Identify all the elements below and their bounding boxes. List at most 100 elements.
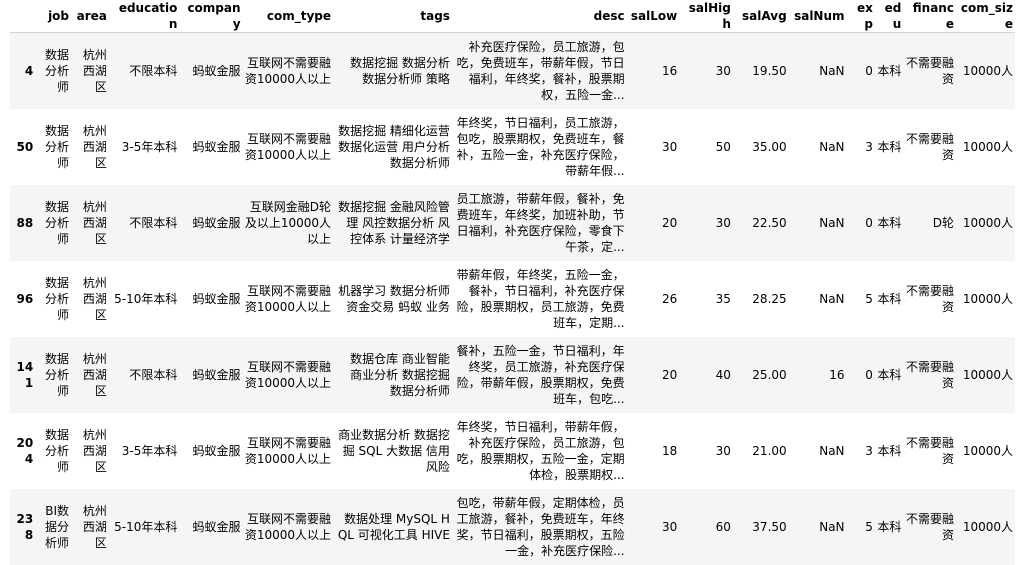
cell-text: 5-10年本科 bbox=[114, 519, 178, 534]
cell-text: 本科 bbox=[877, 291, 902, 306]
cell-company: 蚂蚁金服 bbox=[179, 185, 242, 261]
cell-text: 数据分析师 bbox=[45, 199, 70, 246]
cell-salavg: 25.00 bbox=[733, 337, 789, 413]
cell-text: 互联网不需要融资10000人以上 bbox=[244, 131, 332, 162]
cell-area: 杭州西湖区 bbox=[71, 489, 109, 565]
cell-salnum: 16 bbox=[789, 337, 847, 413]
column-header-exp: exp bbox=[846, 0, 875, 33]
cell-finance: 不需要融资 bbox=[903, 337, 956, 413]
cell-text: 不需要融资 bbox=[905, 283, 954, 314]
cell-education: 5-10年本科 bbox=[109, 261, 180, 337]
cell-sallow: 30 bbox=[627, 109, 680, 185]
cell-text: 不需要融资 bbox=[905, 435, 954, 466]
cell-exp: 0 bbox=[847, 185, 875, 261]
cell-text: 数据分析师 bbox=[45, 47, 70, 94]
column-header-area: area bbox=[71, 0, 109, 33]
cell-text: 数据分析师 bbox=[45, 351, 70, 398]
column-header-salhigh: salHigh bbox=[679, 0, 733, 33]
cell-company: 蚂蚁金服 bbox=[179, 489, 242, 565]
cell-text: 50 bbox=[715, 139, 731, 154]
cell-text: 25.00 bbox=[752, 367, 787, 382]
cell-sallow: 30 bbox=[627, 489, 680, 565]
cell-text: 蚂蚁金服 bbox=[192, 519, 241, 534]
cell-com-type: 互联网不需要融资10000人以上 bbox=[243, 33, 334, 109]
cell-text: 杭州西湖区 bbox=[82, 503, 107, 550]
cell-salavg: 37.50 bbox=[733, 489, 789, 565]
cell-text: 5-10年本科 bbox=[114, 291, 178, 306]
cell-com-size: 10000人 bbox=[956, 109, 1015, 185]
cell-education: 3-5年本科 bbox=[109, 109, 180, 185]
cell-text: 不限本科 bbox=[129, 63, 178, 78]
cell-text: 年终奖，节日福利，员工旅游，包吃，股票期权，免费班车，餐补，五险一金，补充医疗保… bbox=[456, 115, 625, 178]
cell-education: 3-5年本科 bbox=[109, 413, 180, 489]
cell-salavg: 22.50 bbox=[733, 185, 789, 261]
cell-com-type: 互联网不需要融资10000人以上 bbox=[243, 489, 334, 565]
cell-desc: 员工旅游，带薪年假，餐补，免费班车，年终奖，加班补助，节日福利，补充医疗保险，零… bbox=[452, 185, 627, 261]
cell-text: 互联网不需要融资10000人以上 bbox=[244, 435, 332, 466]
cell-text: 0 bbox=[865, 367, 873, 382]
cell-text: NaN bbox=[819, 519, 845, 534]
cell-text: 带薪年假，年终奖，五险一金，餐补，节日福利，补充医疗保险，股票期权，员工旅游，免… bbox=[456, 267, 625, 330]
cell-com-type: 互联网不需要融资10000人以上 bbox=[243, 109, 334, 185]
cell-text: 不限本科 bbox=[129, 215, 178, 230]
cell-text: NaN bbox=[819, 139, 845, 154]
cell-salnum: NaN bbox=[789, 489, 847, 565]
cell-text: 40 bbox=[715, 367, 731, 382]
cell-text: 3-5年本科 bbox=[121, 443, 178, 458]
cell-text: 0 bbox=[865, 63, 873, 78]
column-header-tags: tags bbox=[333, 0, 452, 33]
cell-text: 蚂蚁金服 bbox=[192, 367, 241, 382]
cell-text: 0 bbox=[865, 215, 873, 230]
cell-text: 不需要融资 bbox=[905, 55, 954, 86]
cell-text: NaN bbox=[819, 215, 845, 230]
cell-text: 35 bbox=[715, 291, 731, 306]
cell-finance: 不需要融资 bbox=[903, 261, 956, 337]
cell-desc: 年终奖，节日福利，员工旅游，包吃，股票期权，免费班车，餐补，五险一金，补充医疗保… bbox=[452, 109, 627, 185]
cell-text: 10000人 bbox=[962, 139, 1013, 154]
column-header-edu: edu bbox=[874, 0, 904, 33]
row-index: 4 bbox=[24, 63, 34, 78]
cell-salhigh: 30 bbox=[679, 413, 733, 489]
cell-salavg: 28.25 bbox=[733, 261, 789, 337]
cell-job: 数据分析师 bbox=[35, 109, 71, 185]
cell-education: 不限本科 bbox=[109, 33, 180, 109]
cell-company: 蚂蚁金服 bbox=[179, 261, 242, 337]
cell-text: 数据挖掘 金融风险管理 风控数据分析 风控体系 计量经济学 bbox=[338, 199, 450, 246]
cell-text: 杭州西湖区 bbox=[82, 351, 107, 398]
cell-text: 机器学习 数据分析师 资金交易 蚂蚁 业务 bbox=[338, 283, 450, 314]
cell-text: 杭州西湖区 bbox=[82, 123, 107, 170]
cell-salnum: NaN bbox=[789, 261, 847, 337]
cell-desc: 年终奖，节日福利，带薪年假，补充医疗保险，员工旅游，包吃，股票期权，五险一金，定… bbox=[452, 413, 627, 489]
cell-salhigh: 40 bbox=[679, 337, 733, 413]
cell-finance: 不需要融资 bbox=[903, 413, 956, 489]
cell-area: 杭州西湖区 bbox=[71, 33, 109, 109]
cell-text: 60 bbox=[715, 519, 731, 534]
cell-text: 不需要融资 bbox=[905, 511, 954, 542]
table-row: 50 数据分析师 杭州西湖区 3-5年本科 蚂蚁金服 互联网不需要融资10000人以上 数据… bbox=[10, 109, 1015, 185]
cell-text: 不限本科 bbox=[129, 367, 178, 382]
cell-com-size: 10000人 bbox=[956, 33, 1015, 109]
cell-tags: 数据挖掘 数据分析 数据分析师 策略 bbox=[333, 33, 452, 109]
cell-salavg: 19.50 bbox=[733, 33, 789, 109]
cell-job: 数据分析师 bbox=[35, 413, 71, 489]
cell-com-type: 互联网不需要融资10000人以上 bbox=[243, 413, 334, 489]
cell-text: 互联网不需要融资10000人以上 bbox=[244, 511, 332, 542]
row-index: 50 bbox=[16, 139, 34, 154]
cell-com-type: 互联网不需要融资10000人以上 bbox=[243, 337, 334, 413]
cell-text: 10000人 bbox=[962, 519, 1013, 534]
cell-salhigh: 30 bbox=[679, 33, 733, 109]
cell-text: 本科 bbox=[877, 443, 902, 458]
cell-text: NaN bbox=[819, 443, 845, 458]
cell-text: 5 bbox=[865, 519, 873, 534]
cell-desc: 补充医疗保险，员工旅游，包吃，免费班车，带薪年假，节日福利，年终奖，餐补，股票期… bbox=[452, 33, 627, 109]
cell-text: 30 bbox=[715, 443, 731, 458]
cell-com-size: 10000人 bbox=[956, 413, 1015, 489]
cell-job: BI数据分析师 bbox=[35, 489, 71, 565]
cell-edu: 本科 bbox=[875, 261, 903, 337]
cell-com-size: 10000人 bbox=[956, 489, 1015, 565]
cell-text: 21.00 bbox=[752, 443, 787, 458]
cell-text: 不需要融资 bbox=[905, 359, 954, 390]
column-header-finance: finance bbox=[903, 0, 956, 33]
cell-text: 3 bbox=[865, 139, 873, 154]
cell-text: 蚂蚁金服 bbox=[192, 215, 241, 230]
